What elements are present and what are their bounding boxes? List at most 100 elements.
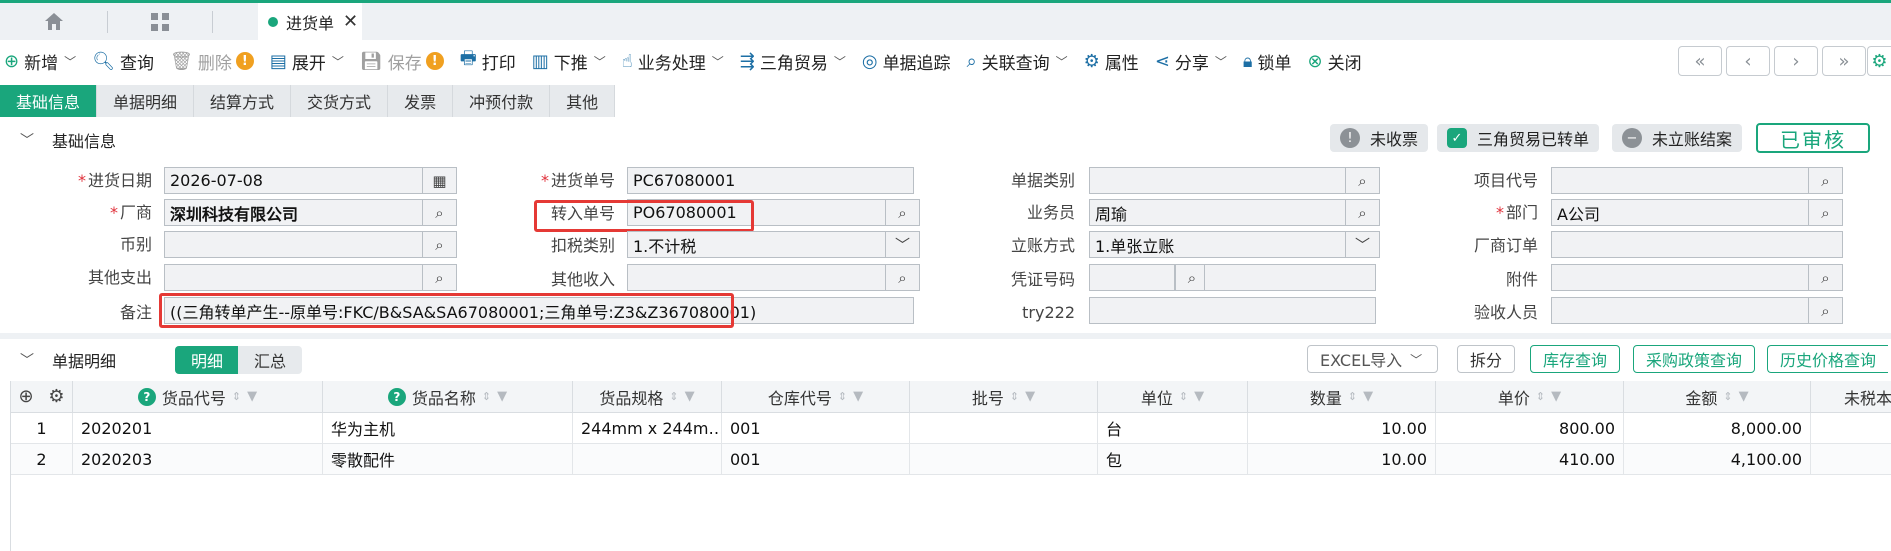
col-header-item-spec[interactable]: 货品规格 ⇕ ▼ [573, 381, 722, 413]
sort-icon[interactable]: ⇕ [838, 390, 847, 403]
close-tab-icon[interactable]: ✕ [343, 11, 358, 32]
tax-type-select[interactable]: 1.不计税 [627, 231, 886, 258]
sort-icon[interactable]: ⇕ [232, 390, 241, 403]
excel-import-button[interactable]: EXCEL导入 ﹀ [1307, 345, 1438, 373]
cell-unit[interactable]: 台 [1098, 413, 1248, 444]
filter-icon[interactable]: ▼ [1551, 389, 1561, 404]
cell-item-code[interactable]: 2020201 [73, 413, 323, 444]
search-icon[interactable]: ⌕ [423, 199, 457, 226]
chevron-down-icon[interactable]: ﹀ [1215, 53, 1227, 70]
search-icon[interactable]: ⌕ [1346, 199, 1380, 226]
cell-item-name[interactable]: 华为主机 [323, 413, 573, 444]
cell-qty[interactable]: 10.00 [1248, 444, 1436, 475]
tab-prepayment[interactable]: 冲预付款 [453, 85, 551, 117]
close-button[interactable]: ⊗ 关闭 [1300, 40, 1370, 82]
business-process-button[interactable]: ☝︎ 业务处理 ﹀ [614, 40, 732, 82]
cell-batch[interactable] [910, 413, 1098, 444]
purchase-no-input[interactable]: PC67080001 [627, 167, 914, 194]
account-method-select[interactable]: 1.单张立账 [1089, 231, 1346, 258]
col-header-price[interactable]: 单价 ⇕ ▼ [1436, 381, 1624, 413]
sort-icon[interactable]: ⇕ [482, 390, 491, 403]
voucher-no-prefix-input[interactable] [1089, 264, 1175, 291]
chevron-down-icon[interactable]: ﹀ [594, 53, 606, 70]
next-record-button[interactable]: › [1774, 46, 1818, 76]
attachment-input[interactable] [1551, 264, 1809, 291]
tab-purchase-receipt[interactable]: 进货单 ✕ [258, 3, 362, 40]
chevron-down-icon[interactable]: ﹀ [20, 130, 34, 150]
doc-trace-button[interactable]: ◎ 单据追踪 [854, 40, 959, 82]
vendor-order-input[interactable] [1551, 231, 1843, 258]
prev-record-button[interactable]: ‹ [1726, 46, 1770, 76]
related-query-button[interactable]: ⌕ 关联查询 ﹀ [959, 40, 1076, 82]
properties-button[interactable]: ⚙ 属性 [1076, 40, 1147, 82]
help-icon[interactable]: ? [137, 387, 156, 406]
col-header-unit[interactable]: 单位 ⇕ ▼ [1098, 381, 1248, 413]
lock-button[interactable]: 🔒︎ 锁单 [1235, 40, 1300, 82]
search-icon[interactable]: ⌕ [423, 231, 457, 258]
search-icon[interactable]: ⌕ [886, 199, 920, 226]
chevron-down-icon[interactable]: ﹀ [1056, 53, 1068, 70]
cell-item-code[interactable]: 2020203 [73, 444, 323, 475]
last-record-button[interactable]: » [1822, 46, 1866, 76]
vendor-input[interactable]: 深圳科技有限公司 [164, 199, 423, 226]
tab-delivery[interactable]: 交货方式 [291, 85, 389, 117]
department-input[interactable]: A公司 [1551, 199, 1809, 226]
col-header-warehouse[interactable]: 仓库代号 ⇕ ▼ [722, 381, 910, 413]
cell-amount[interactable]: 4,100.00 [1624, 444, 1811, 475]
home-icon[interactable] [27, 3, 81, 40]
chevron-down-icon[interactable]: ﹀ [1346, 231, 1380, 258]
chevron-down-icon[interactable]: ﹀ [834, 53, 846, 70]
purchase-date-input[interactable]: 2026-07-08 [164, 167, 423, 194]
chevron-down-icon[interactable]: ﹀ [886, 231, 920, 258]
currency-input[interactable] [164, 231, 423, 258]
try222-input[interactable] [1089, 297, 1376, 324]
search-icon[interactable]: ⌕ [886, 264, 920, 291]
col-header-pretax-cost[interactable]: 未税本 [1811, 381, 1891, 413]
print-button[interactable]: 🖶︎ 打印 [452, 40, 524, 82]
salesman-input[interactable]: 周瑜 [1089, 199, 1346, 226]
chevron-down-icon[interactable]: ﹀ [332, 53, 344, 70]
cell-pretax-cost[interactable] [1811, 413, 1891, 444]
filter-icon[interactable]: ▼ [247, 389, 257, 404]
tab-doc-detail[interactable]: 单据明细 [97, 85, 195, 117]
filter-icon[interactable]: ▼ [1194, 389, 1204, 404]
calendar-icon[interactable]: ▦ [423, 167, 457, 194]
search-icon[interactable]: ⌕ [1809, 264, 1843, 291]
grid-apps-icon[interactable] [133, 3, 187, 40]
split-button[interactable]: 拆分 [1457, 345, 1516, 373]
cell-price[interactable]: 800.00 [1436, 413, 1624, 444]
cell-pretax-cost[interactable] [1811, 444, 1891, 475]
sort-icon[interactable]: ⇕ [1723, 390, 1732, 403]
doc-detail-header[interactable]: ﹀ 单据明细 [0, 346, 116, 374]
sort-icon[interactable]: ⇕ [1536, 390, 1545, 403]
stock-query-button[interactable]: 库存查询 [1530, 345, 1621, 373]
new-button[interactable]: ⊕ 新增 ﹀ [0, 40, 84, 82]
cell-item-spec[interactable]: 244mm x 244m… [573, 413, 722, 444]
voucher-no-input[interactable] [1204, 264, 1376, 291]
sort-icon[interactable]: ⇕ [1179, 390, 1188, 403]
search-icon[interactable]: ⌕ [423, 264, 457, 291]
settings-gear-icon[interactable]: ⚙ [1867, 46, 1891, 76]
purchase-policy-query-button[interactable]: 采购政策查询 [1633, 345, 1756, 373]
cell-amount[interactable]: 8,000.00 [1624, 413, 1811, 444]
cell-item-spec[interactable] [573, 444, 722, 475]
project-code-input[interactable] [1551, 167, 1809, 194]
sort-icon[interactable]: ⇕ [1348, 390, 1357, 403]
chevron-down-icon[interactable]: ﹀ [64, 53, 76, 70]
cell-item-name[interactable]: 零散配件 [323, 444, 573, 475]
search-icon[interactable]: ⌕ [1809, 167, 1843, 194]
cell-qty[interactable]: 10.00 [1248, 413, 1436, 444]
search-icon[interactable]: ⌕ [1809, 297, 1843, 324]
query-button[interactable]: 🔍︎ 查询 [84, 40, 162, 82]
history-price-query-button[interactable]: 历史价格查询 [1767, 345, 1889, 373]
cell-price[interactable]: 410.00 [1436, 444, 1624, 475]
filter-icon[interactable]: ▼ [853, 389, 863, 404]
summary-view-button[interactable]: 汇总 [238, 346, 303, 374]
filter-icon[interactable]: ▼ [1739, 389, 1749, 404]
other-expense-input[interactable] [164, 264, 423, 291]
basic-info-header[interactable]: ﹀ 基础信息 [0, 126, 116, 154]
tab-settlement[interactable]: 结算方式 [194, 85, 292, 117]
col-header-qty[interactable]: 数量 ⇕ ▼ [1248, 381, 1436, 413]
filter-icon[interactable]: ▼ [1025, 389, 1035, 404]
col-header-batch[interactable]: 批号 ⇕ ▼ [910, 381, 1098, 413]
